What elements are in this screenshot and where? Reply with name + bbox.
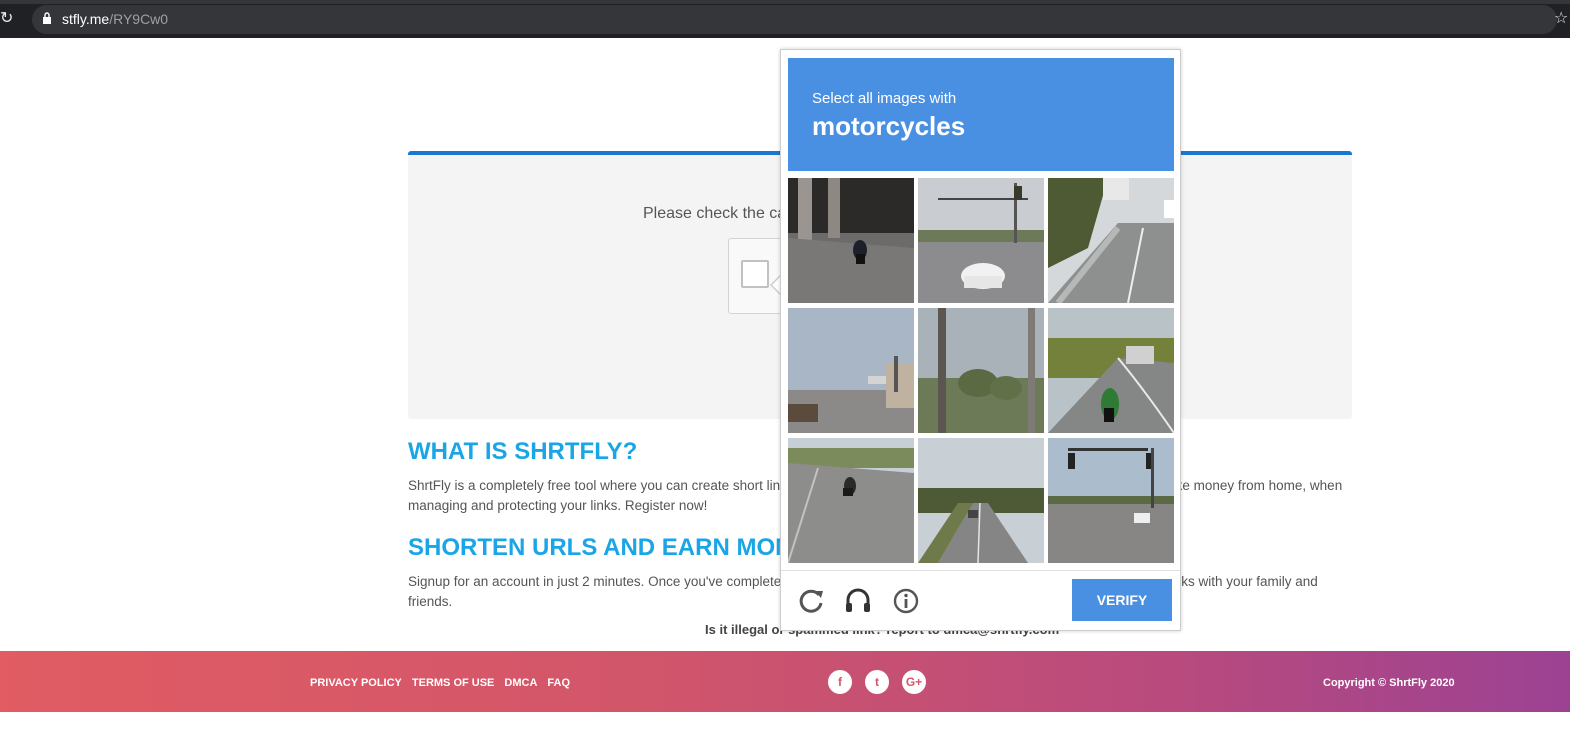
verify-button[interactable]: VERIFY	[1072, 579, 1172, 621]
challenge-tile-1[interactable]	[788, 178, 914, 303]
address-bar[interactable]	[32, 5, 1557, 34]
challenge-tile-8[interactable]	[918, 438, 1044, 563]
challenge-instruction: Select all images with	[812, 90, 957, 107]
recaptcha-challenge: Select all images with motorcycles VERIF…	[780, 49, 1181, 631]
challenge-tile-9[interactable]	[1048, 438, 1174, 563]
url-host: stfly.me	[62, 11, 110, 27]
footer-link-terms[interactable]: TERMS OF USE	[412, 677, 495, 689]
footer-link-dmca[interactable]: DMCA	[504, 677, 537, 689]
google-plus-icon[interactable]: G+	[902, 670, 926, 694]
footer-link-faq[interactable]: FAQ	[547, 677, 570, 689]
challenge-tile-4[interactable]	[788, 308, 914, 433]
challenge-tile-7[interactable]	[788, 438, 914, 563]
reload-icon[interactable]	[797, 587, 825, 615]
info-icon[interactable]	[892, 587, 920, 615]
section-title-shorten: SHORTEN URLS AND EARN MONEY	[408, 534, 780, 561]
recaptcha-checkbox[interactable]	[741, 260, 769, 288]
url-path: /RY9Cw0	[109, 11, 169, 27]
footer-link-privacy[interactable]: PRIVACY POLICY	[310, 677, 402, 689]
facebook-icon[interactable]: f	[828, 670, 852, 694]
challenge-header: Select all images with motorcycles	[788, 58, 1174, 171]
copyright: Copyright © ShrtFly 2020	[1323, 677, 1455, 689]
audio-headphones-icon[interactable]	[844, 587, 872, 615]
section-title-what-is: WHAT IS SHRTFLY?	[408, 438, 638, 465]
challenge-tile-3[interactable]	[1048, 178, 1174, 303]
challenge-footer-divider	[781, 570, 1180, 571]
browser-reload-icon[interactable]: ↻	[0, 10, 16, 28]
captcha-prompt: Please check the captcha box to proceed …	[643, 205, 780, 222]
footer-links: PRIVACY POLICY TERMS OF USE DMCA FAQ	[310, 677, 570, 689]
challenge-tile-2[interactable]	[918, 178, 1044, 303]
twitter-icon[interactable]: t	[865, 670, 889, 694]
challenge-tile-6[interactable]	[1048, 308, 1174, 433]
challenge-target: motorcycles	[812, 111, 966, 141]
challenge-tile-5[interactable]	[918, 308, 1044, 433]
lock-icon	[43, 12, 51, 24]
url-text[interactable]: stfly.me/RY9Cw0	[62, 11, 168, 28]
bookmark-star-icon[interactable]: ☆	[1554, 10, 1568, 28]
browser-tab-strip	[0, 0, 1570, 4]
